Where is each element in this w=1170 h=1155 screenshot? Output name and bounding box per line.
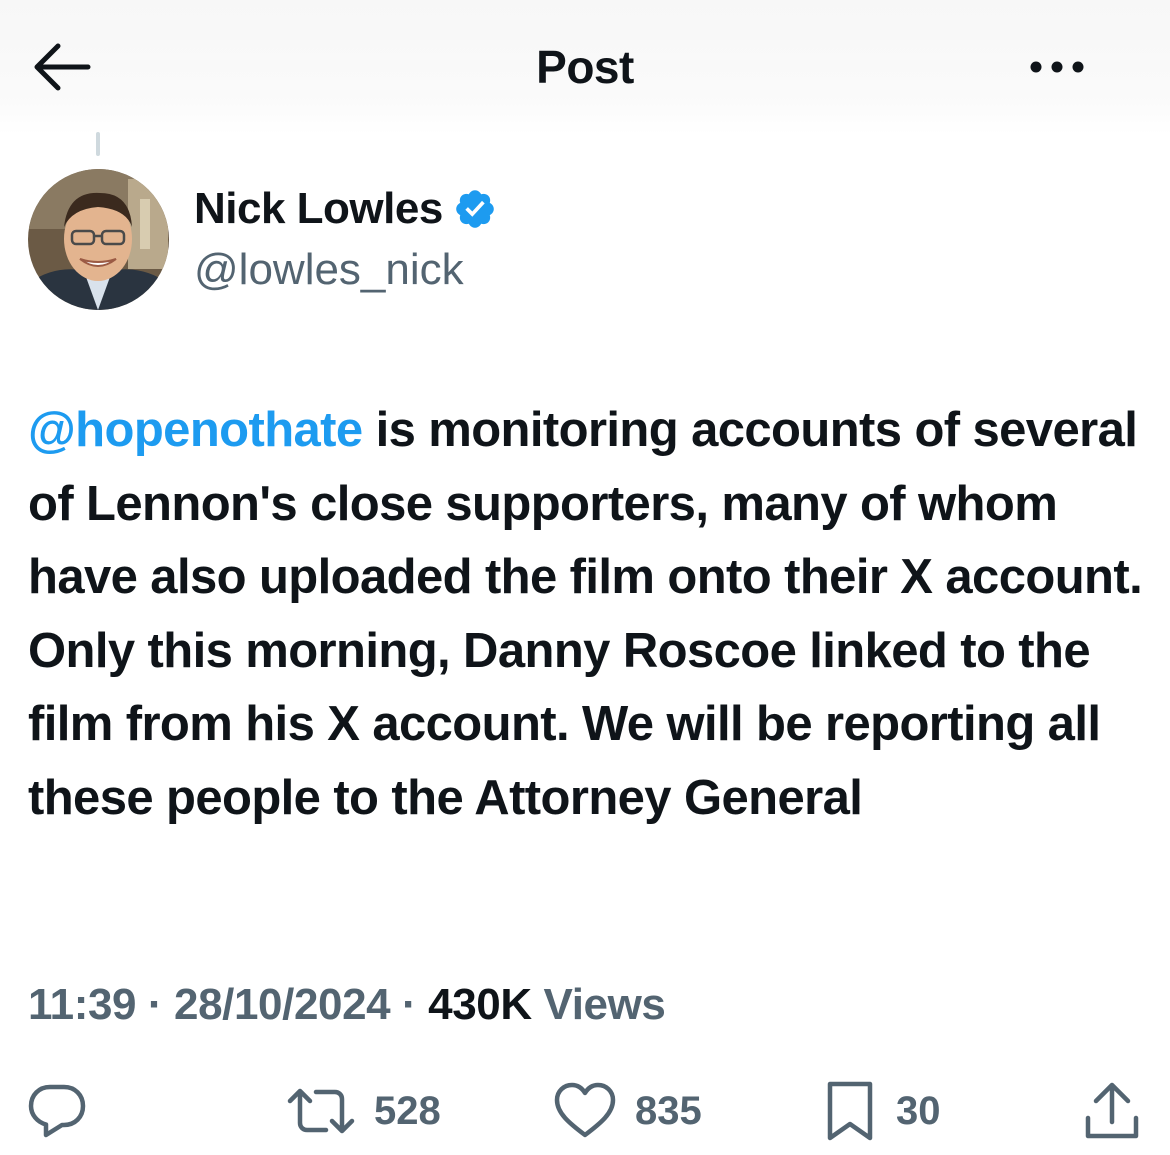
tweet-text: @hopenothate is monitoring accounts of s… (28, 394, 1148, 835)
share-button[interactable] (1082, 1078, 1142, 1144)
mention-link[interactable]: @hopenothate (28, 403, 363, 457)
page-title: Post (536, 41, 634, 93)
like-count: 835 (635, 1088, 702, 1133)
heart-icon (554, 1082, 616, 1138)
avatar[interactable] (28, 169, 169, 310)
meta-separator: · (390, 980, 429, 1029)
views-label: Views (531, 980, 666, 1029)
reply-icon (28, 1084, 86, 1138)
action-bar: 528 835 30 (0, 1078, 1170, 1144)
repost-icon (287, 1088, 355, 1134)
tweet-body: is monitoring accounts of several of Len… (28, 403, 1143, 825)
author-name[interactable]: Nick Lowles (194, 184, 443, 234)
repost-button[interactable]: 528 (286, 1078, 441, 1144)
repost-count: 528 (374, 1088, 441, 1133)
reply-button[interactable] (26, 1078, 88, 1144)
tweet-date[interactable]: 28/10/2024 (174, 980, 391, 1029)
bookmark-button[interactable]: 30 (822, 1078, 941, 1144)
profile-photo (28, 169, 169, 310)
top-bar: Post (0, 0, 1170, 135)
like-button[interactable]: 835 (553, 1078, 702, 1144)
verified-badge-icon (456, 190, 494, 228)
author-handle[interactable]: @lowles_nick (194, 245, 464, 295)
more-options-button[interactable] (1022, 52, 1092, 82)
bookmark-count: 30 (896, 1088, 941, 1133)
views-count: 430K (428, 980, 532, 1029)
tweet-meta: 11:39 · 28/10/2024 · 430K Views (28, 980, 666, 1030)
meta-separator: · (136, 980, 175, 1029)
more-horizontal-icon (1030, 61, 1084, 73)
share-icon (1085, 1082, 1139, 1139)
bookmark-icon (827, 1081, 873, 1141)
tweet-time[interactable]: 11:39 (28, 980, 137, 1029)
thread-connector-line (96, 132, 100, 156)
author-name-row: Nick Lowles (194, 184, 497, 234)
